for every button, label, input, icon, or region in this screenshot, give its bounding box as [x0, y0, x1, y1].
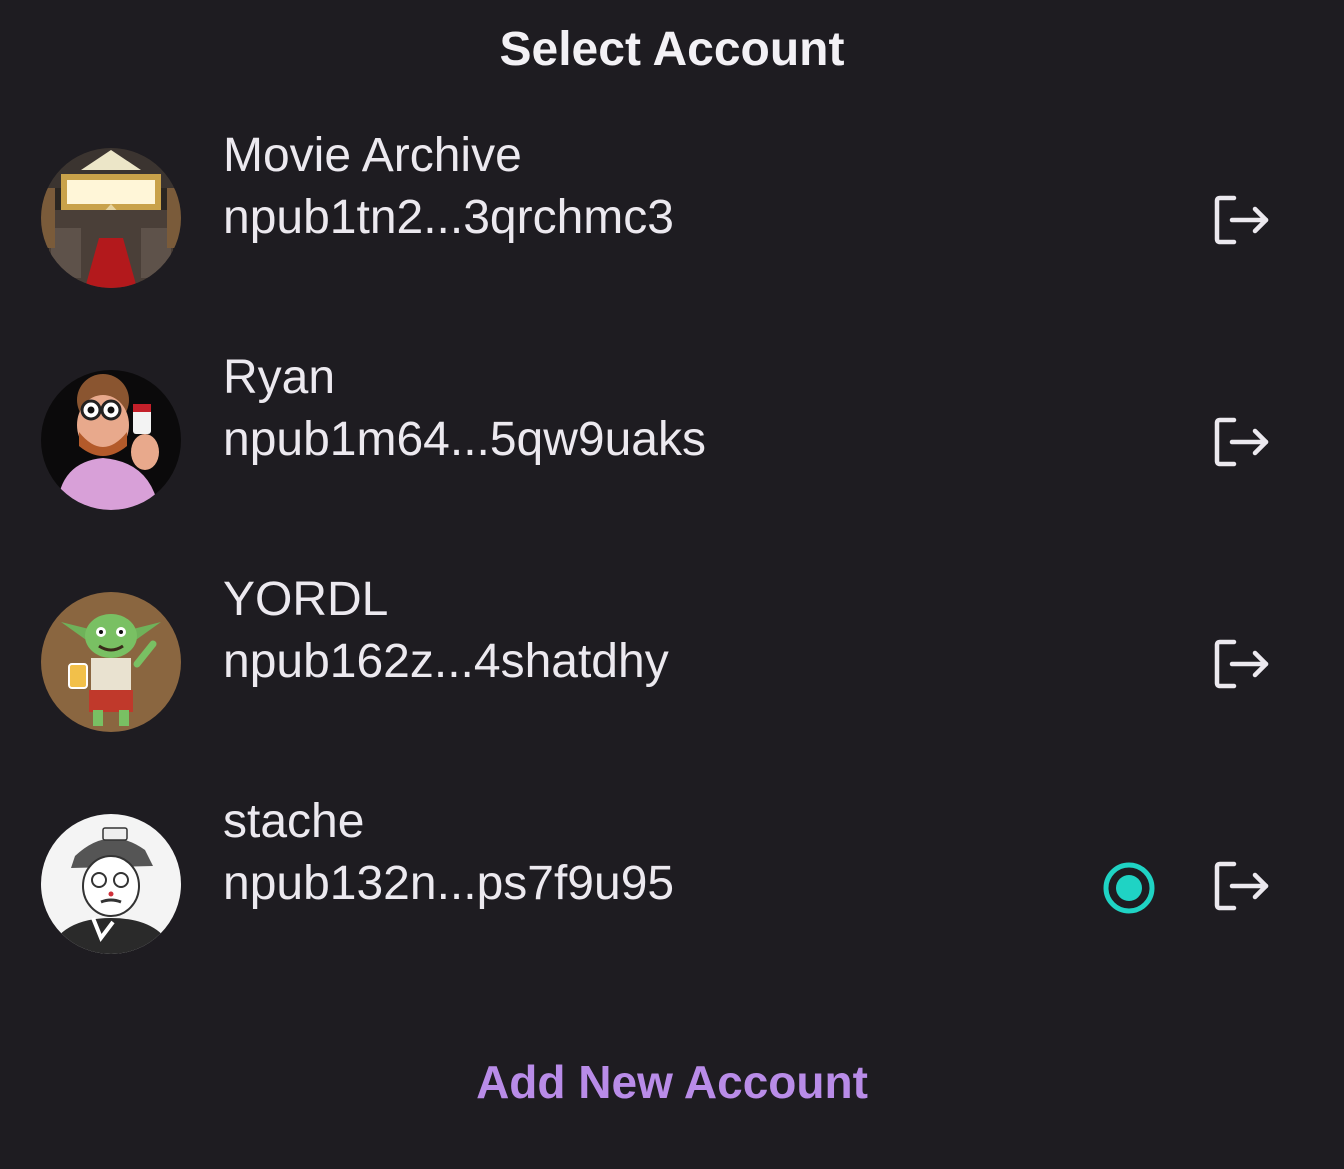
account-row-stache[interactable]: stache npub132n...ps7f9u95 — [0, 784, 1344, 984]
movie-theater-avatar — [41, 148, 181, 288]
logout-icon[interactable] — [1212, 416, 1272, 468]
dialog-title: Select Account — [499, 23, 845, 76]
logout-icon[interactable] — [1212, 194, 1272, 246]
account-row-movie-archive[interactable]: Movie Archive npub1tn2...3qrchmc3 — [0, 118, 1344, 318]
logout-icon[interactable] — [1212, 638, 1272, 690]
account-row-yordl[interactable]: YORDL npub162z...4shatdhy — [0, 562, 1344, 762]
add-new-account-button[interactable]: Add New Account — [0, 1052, 1344, 1112]
account-row-ryan[interactable]: Ryan npub1m64...5qw9uaks — [0, 340, 1344, 540]
account-name: stache — [223, 795, 365, 848]
selected-radio-icon[interactable] — [1102, 861, 1156, 915]
account-name: YORDL — [223, 573, 389, 626]
account-npub: npub132n...ps7f9u95 — [223, 857, 675, 910]
logout-icon[interactable] — [1212, 860, 1272, 912]
account-name: Ryan — [223, 351, 336, 404]
account-npub: npub162z...4shatdhy — [223, 635, 669, 688]
account-npub: npub1m64...5qw9uaks — [223, 413, 706, 466]
green-goblin-avatar — [41, 592, 181, 732]
account-name: Movie Archive — [223, 129, 522, 182]
account-npub: npub1tn2...3qrchmc3 — [223, 191, 674, 244]
sketch-man-cap-avatar — [41, 814, 181, 954]
cartoon-man-avatar — [41, 370, 181, 510]
